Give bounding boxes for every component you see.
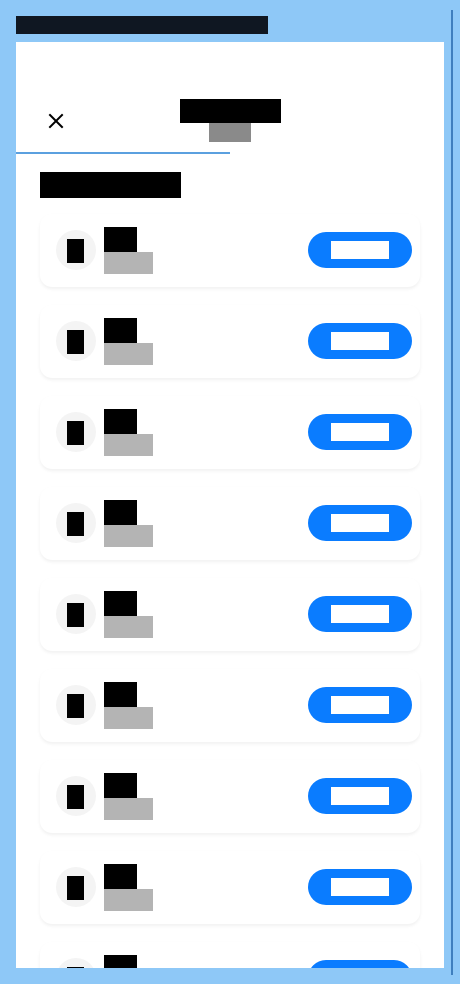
close-icon xyxy=(46,111,66,134)
item-title xyxy=(104,955,137,968)
phone-icon xyxy=(67,512,84,536)
item-subtitle xyxy=(104,889,153,911)
item-action-label xyxy=(331,332,389,350)
item-action-button[interactable] xyxy=(308,960,412,968)
right-divider xyxy=(451,10,453,975)
item-subtitle xyxy=(104,798,153,820)
close-button[interactable] xyxy=(42,110,70,134)
item-title xyxy=(104,864,137,889)
item-action-button[interactable] xyxy=(308,869,412,905)
phone-icon xyxy=(67,330,84,354)
item-action-button[interactable] xyxy=(308,687,412,723)
list-item xyxy=(40,942,420,968)
avatar xyxy=(56,867,96,907)
phone-icon xyxy=(67,967,84,968)
item-subtitle xyxy=(104,616,153,638)
phone-icon xyxy=(67,694,84,718)
phone-icon xyxy=(67,421,84,445)
avatar xyxy=(56,230,96,270)
contact-list xyxy=(40,214,420,968)
item-action-label xyxy=(331,423,389,441)
item-title xyxy=(104,500,137,525)
item-action-label xyxy=(331,878,389,896)
list-item xyxy=(40,669,420,742)
active-tab-indicator xyxy=(16,152,230,154)
item-action-button[interactable] xyxy=(308,596,412,632)
item-subtitle xyxy=(104,434,153,456)
section-title xyxy=(40,172,181,198)
avatar xyxy=(56,321,96,361)
item-action-button[interactable] xyxy=(308,778,412,814)
list-item xyxy=(40,851,420,924)
item-action-button[interactable] xyxy=(308,323,412,359)
item-action-label xyxy=(331,605,389,623)
list-item xyxy=(40,396,420,469)
item-title xyxy=(104,773,137,798)
list-item xyxy=(40,305,420,378)
item-action-label xyxy=(331,514,389,532)
avatar xyxy=(56,685,96,725)
main-panel xyxy=(16,42,444,968)
phone-icon xyxy=(67,239,84,263)
item-subtitle xyxy=(104,707,153,729)
avatar xyxy=(56,776,96,816)
item-action-button[interactable] xyxy=(308,232,412,268)
list-item xyxy=(40,487,420,560)
avatar xyxy=(56,503,96,543)
item-action-button[interactable] xyxy=(308,505,412,541)
avatar xyxy=(56,412,96,452)
avatar xyxy=(56,958,96,968)
list-item xyxy=(40,214,420,287)
item-title xyxy=(104,682,137,707)
item-subtitle xyxy=(104,525,153,547)
page-title xyxy=(180,99,281,123)
phone-icon xyxy=(67,876,84,900)
item-subtitle xyxy=(104,252,153,274)
item-subtitle xyxy=(104,343,153,365)
item-action-label xyxy=(331,696,389,714)
item-action-label xyxy=(331,241,389,259)
avatar xyxy=(56,594,96,634)
item-title xyxy=(104,227,137,252)
item-title xyxy=(104,591,137,616)
phone-icon xyxy=(67,785,84,809)
list-item xyxy=(40,578,420,651)
item-title xyxy=(104,318,137,343)
page-subtitle xyxy=(209,123,251,142)
item-action-label xyxy=(331,787,389,805)
list-item xyxy=(40,760,420,833)
phone-icon xyxy=(67,603,84,627)
item-title xyxy=(104,409,137,434)
item-action-button[interactable] xyxy=(308,414,412,450)
top-bar-title xyxy=(16,16,268,34)
